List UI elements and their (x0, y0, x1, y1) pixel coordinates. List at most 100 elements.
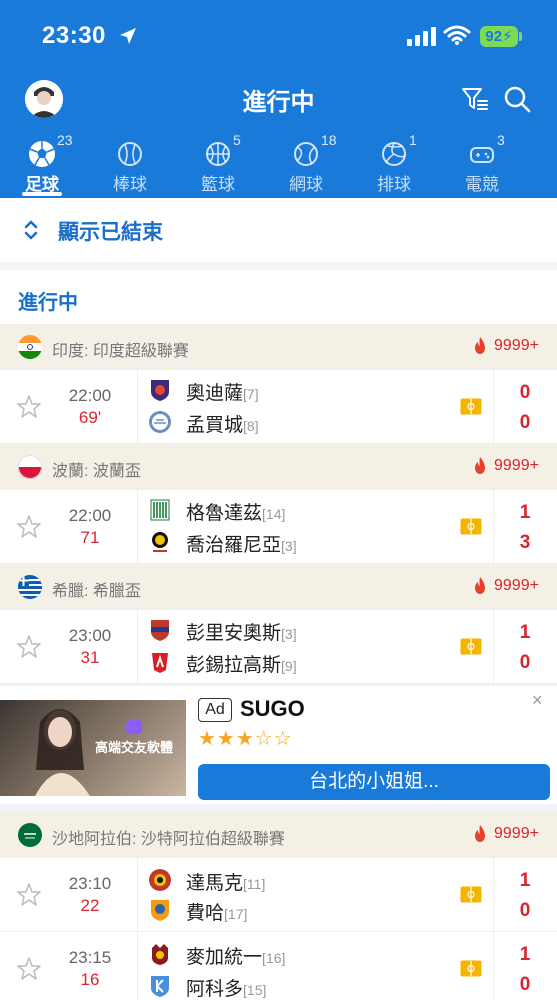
show-finished-label: 顯示已結束 (58, 221, 163, 244)
team-name: 麥加統一 (186, 947, 263, 968)
match-row[interactable]: 23:00 31 彭里安奧斯[3] 彭錫拉高斯[9] 1 0 (0, 610, 557, 684)
team-name: 彭里安奧斯 (186, 623, 282, 644)
home-score: 0 (519, 382, 531, 403)
expand-collapse-icon (24, 220, 38, 240)
ad-badge: Ad (198, 698, 232, 722)
hot-count: 9999+ (494, 577, 539, 594)
live-field-icon[interactable] (460, 960, 482, 977)
tab-label: 排球 (377, 175, 411, 194)
divider (137, 490, 138, 564)
favorite-star-icon[interactable] (16, 394, 42, 420)
divider (137, 370, 138, 444)
team-rank: [15] (243, 982, 267, 998)
divider (137, 610, 138, 684)
tab-label: 網球 (289, 175, 323, 194)
league-header[interactable]: 波蘭: 波蘭盃 9999+ (0, 444, 557, 490)
battery-indicator: 92⚡ (480, 26, 518, 47)
tab-label: 冰 (528, 170, 557, 195)
divider (493, 490, 494, 564)
favorite-star-icon[interactable] (16, 634, 42, 660)
gamepad-icon (470, 147, 494, 163)
status-time: 23:30 (42, 22, 106, 49)
team-logo-icon (151, 620, 169, 641)
tab-label: 籃球 (201, 175, 235, 194)
filter-icon[interactable] (460, 84, 490, 114)
live-field-icon[interactable] (460, 886, 482, 903)
league-header[interactable]: 希臘: 希臘盃 9999+ (0, 564, 557, 610)
team-logo-icon (149, 869, 171, 891)
poland-flag-icon (18, 455, 42, 479)
away-score: 0 (519, 974, 531, 995)
kickoff-time: 22:00 (68, 506, 112, 525)
away-score: 3 (519, 532, 531, 553)
home-score: 1 (519, 502, 531, 523)
section-header: 進行中 (0, 270, 557, 324)
league-name: 希臘: 希臘盃 (52, 583, 141, 600)
home-score: 1 (519, 622, 531, 643)
away-score: 0 (519, 412, 531, 433)
team-logo-icon (152, 944, 168, 965)
ad-close-icon[interactable]: × (532, 690, 543, 711)
tab-soccer[interactable]: 23 足球 (0, 132, 80, 198)
match-minute: 71 (80, 528, 100, 547)
team-name: 格魯達茲 (186, 503, 263, 524)
league-name: 印度: 印度超級聯賽 (52, 343, 189, 360)
tab-count: 5 (233, 132, 241, 148)
divider (137, 932, 138, 1000)
match-minute: 69' (78, 408, 102, 427)
tab-label: 棒球 (113, 175, 147, 194)
ad-image[interactable]: 高端交友軟體 (0, 700, 186, 796)
tab-esports[interactable]: 3 電競 (440, 132, 520, 198)
team-name: 阿科多 (186, 979, 244, 1000)
team-logo-icon (149, 411, 171, 433)
fire-icon (475, 337, 485, 354)
baseball-icon (118, 142, 142, 166)
away-score: 0 (519, 900, 531, 921)
team-rank: [8] (243, 418, 259, 434)
tab-baseball[interactable]: 棒球 (88, 132, 168, 198)
team-logo-icon (151, 976, 169, 997)
tab-count: 18 (321, 132, 337, 148)
volleyball-icon (382, 142, 406, 166)
tab-volleyball[interactable]: 1 排球 (352, 132, 432, 198)
live-field-icon[interactable] (460, 638, 482, 655)
league-header[interactable]: 沙地阿拉伯: 沙特阿拉伯超級聯賽 9999+ (0, 812, 557, 858)
team-rank: [7] (243, 386, 259, 402)
team-rank: [16] (262, 950, 286, 966)
team-logo-icon (152, 653, 168, 673)
home-score: 1 (519, 944, 531, 965)
sport-tabs: 23 足球 棒球 5 籃球 18 網球 1 排球 3 電競 (0, 132, 557, 198)
saudi-flag-icon (18, 823, 42, 847)
divider (493, 858, 494, 932)
live-field-icon[interactable] (460, 398, 482, 415)
fire-icon (475, 457, 485, 474)
match-row[interactable]: 23:15 16 麥加統一[16] 阿科多[15] 1 0 (0, 932, 557, 1000)
favorite-star-icon[interactable] (16, 956, 42, 982)
kickoff-time: 23:10 (68, 874, 112, 893)
match-row[interactable]: 22:00 71 格魯達茲[14] 喬治羅尼亞[3] 1 3 (0, 490, 557, 564)
match-row[interactable]: 23:10 22 達馬克[11] 費哈[17] 1 0 (0, 858, 557, 932)
search-icon[interactable] (502, 84, 532, 114)
kickoff-time: 23:15 (68, 948, 112, 967)
team-rank: [11] (243, 876, 266, 892)
ad-cta-button[interactable]: 台北的小姐姐... (198, 764, 550, 800)
team-logo-icon (151, 380, 169, 401)
league-header[interactable]: 印度: 印度超級聯賽 9999+ (0, 324, 557, 370)
hot-count: 9999+ (494, 457, 539, 474)
live-field-icon[interactable] (460, 518, 482, 535)
show-finished-toggle[interactable]: 顯示已結束 (0, 198, 557, 262)
match-row[interactable]: 22:00 69' 奧迪薩[7] 孟買城[8] 0 0 (0, 370, 557, 444)
divider (493, 932, 494, 1000)
tab-hockey[interactable]: 冰 (528, 132, 557, 198)
kickoff-time: 23:00 (68, 626, 112, 645)
team-name: 奧迪薩 (186, 383, 244, 404)
team-name: 孟買城 (186, 415, 244, 436)
team-logo-icon (150, 499, 170, 521)
ad-banner[interactable]: 高端交友軟體 Ad SUGO ★★★☆☆ 台北的小姐姐... × (0, 686, 557, 804)
favorite-star-icon[interactable] (16, 514, 42, 540)
favorite-star-icon[interactable] (16, 882, 42, 908)
tab-tennis[interactable]: 18 網球 (264, 132, 344, 198)
tab-basketball[interactable]: 5 籃球 (176, 132, 256, 198)
status-bar: 23:30 92⚡ (0, 0, 557, 70)
fire-icon (475, 577, 485, 594)
